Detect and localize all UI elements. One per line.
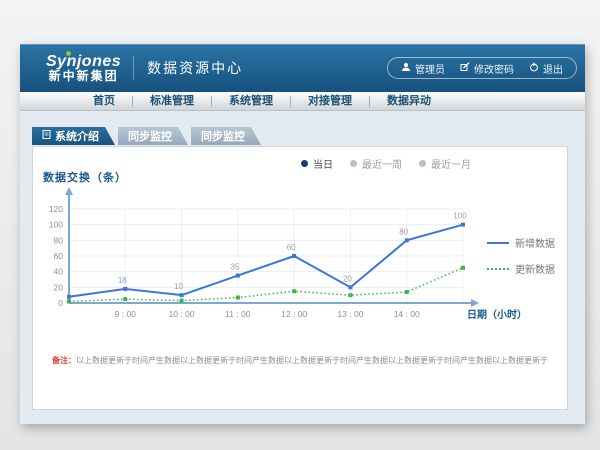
user-menu-admin[interactable]: 管理员	[401, 61, 445, 76]
svg-text:60: 60	[54, 251, 64, 261]
tab-sync-monitor-2-label: 同步监控	[201, 128, 245, 144]
footnote-text: 以上数据更新于时间产生数据以上数据更新于时间产生数据以上数据更新于时间产生数据以…	[76, 356, 548, 365]
change-password-label: 修改密码	[474, 61, 514, 76]
update-data-line-swatch	[487, 268, 509, 270]
legend-new-data-label: 新增数据	[515, 235, 555, 250]
svg-text:100: 100	[49, 220, 63, 230]
brand-name: Synjones	[46, 53, 121, 71]
svg-text:120: 120	[49, 204, 63, 214]
company-name: 新中新集团	[46, 70, 121, 83]
tab-system-intro[interactable]: 系统介绍	[32, 127, 115, 145]
user-icon	[401, 62, 411, 75]
brand-text: Synjones	[46, 53, 121, 70]
legend-item-new-data: 新增数据	[487, 235, 555, 250]
logout-button[interactable]: 退出	[529, 61, 563, 76]
app-title: 数据资源中心	[147, 58, 243, 78]
logo-accent-dot	[66, 51, 71, 56]
main-nav: 首页 标准管理 系统管理 对接管理 数据异动	[20, 92, 585, 111]
svg-text:0: 0	[58, 298, 63, 308]
app-window: Synjones 新中新集团 数据资源中心 管理员 修改密码 退出	[20, 44, 585, 424]
footnote: 备注：以上数据更新于时间产生数据以上数据更新于时间产生数据以上数据更新于时间产生…	[33, 355, 567, 366]
svg-text:100: 100	[453, 212, 467, 221]
logout-label: 退出	[543, 61, 563, 76]
svg-text:12 : 00: 12 : 00	[281, 309, 307, 319]
svg-text:35: 35	[230, 263, 239, 272]
svg-text:10 : 00: 10 : 00	[169, 309, 195, 319]
user-menu: 管理员 修改密码 退出	[387, 57, 577, 79]
svg-text:14 : 00: 14 : 00	[394, 309, 420, 319]
legend-item-update-data: 更新数据	[487, 261, 555, 276]
power-icon	[529, 62, 539, 75]
tab-sync-monitor-1[interactable]: 同步监控	[118, 127, 188, 145]
nav-item-home[interactable]: 首页	[76, 96, 132, 107]
series-legend: 新增数据 更新数据	[487, 235, 555, 276]
svg-text:80: 80	[54, 235, 64, 245]
edit-icon	[460, 62, 470, 75]
nav-item-interface-mgmt[interactable]: 对接管理	[290, 96, 369, 107]
app-header: Synjones 新中新集团 数据资源中心 管理员 修改密码 退出	[20, 44, 585, 92]
svg-text:9 : 00: 9 : 00	[115, 309, 137, 319]
svg-text:20: 20	[54, 282, 64, 292]
change-password-button[interactable]: 修改密码	[460, 61, 514, 76]
nav-item-system-mgmt[interactable]: 系统管理	[211, 96, 290, 107]
tab-sync-monitor-2[interactable]: 同步监控	[191, 127, 261, 145]
svg-text:20: 20	[343, 274, 352, 283]
svg-text:10: 10	[174, 282, 183, 291]
footnote-label: 备注：	[52, 356, 76, 365]
svg-text:80: 80	[399, 227, 408, 236]
user-menu-admin-label: 管理员	[415, 61, 445, 76]
new-data-line-swatch	[487, 242, 509, 244]
document-icon	[42, 130, 51, 142]
header-divider	[133, 56, 134, 80]
svg-text:18: 18	[118, 276, 127, 285]
svg-text:13 : 00: 13 : 00	[337, 309, 363, 319]
tab-bar: 系统介绍 同步监控 同步监控	[32, 127, 261, 145]
legend-update-data-label: 更新数据	[515, 261, 555, 276]
brand-logo: Synjones 新中新集团	[46, 53, 121, 84]
svg-text:11 : 00: 11 : 00	[225, 309, 251, 319]
svg-text:日期（小时）: 日期（小时）	[467, 308, 527, 321]
tab-system-intro-label: 系统介绍	[55, 128, 99, 144]
svg-text:60: 60	[287, 243, 296, 252]
svg-text:40: 40	[54, 267, 64, 277]
chart-panel: 当日 最近一周 最近一月 数据交换（条） 0204060801001209 : …	[32, 146, 568, 410]
nav-item-standard-mgmt[interactable]: 标准管理	[132, 96, 211, 107]
nav-item-data-change[interactable]: 数据异动	[369, 96, 448, 107]
tab-sync-monitor-1-label: 同步监控	[128, 128, 172, 144]
desktop-background: Synjones 新中新集团 数据资源中心 管理员 修改密码 退出	[0, 0, 600, 450]
